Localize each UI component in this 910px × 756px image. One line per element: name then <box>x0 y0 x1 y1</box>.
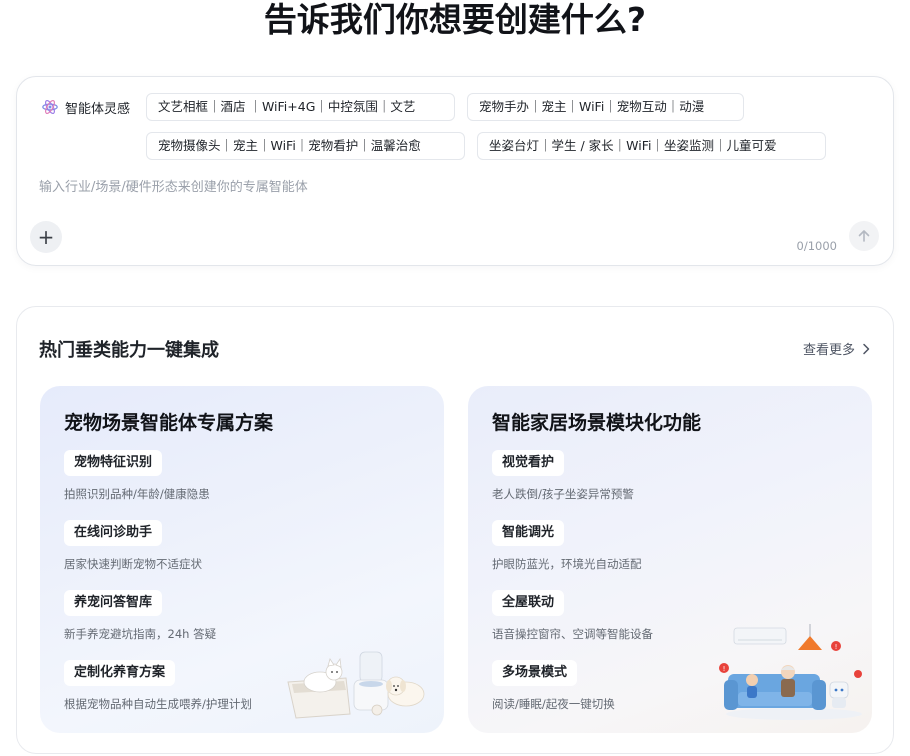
feature-tag[interactable]: 视觉看护 <box>492 450 565 476</box>
feature-item: 宠物特征识别 拍照识别品种/年龄/健康隐患 <box>64 450 210 502</box>
feature-tag[interactable]: 智能调光 <box>492 520 565 546</box>
feature-tag[interactable]: 养宠问答智库 <box>64 590 163 616</box>
inspiration-label-text: 智能体灵感 <box>65 101 131 117</box>
see-more-link[interactable]: 查看更多 <box>803 339 871 358</box>
inspiration-chip[interactable]: 坐姿台灯｜学生 / 家长｜WiFi｜坐姿监测｜儿童可爱 <box>477 132 826 160</box>
feature-item: 多场景模式 阅读/睡眠/起夜一键切换 <box>492 660 615 712</box>
pet-solution-card[interactable]: 宠物场景智能体专属方案 宠物特征识别 拍照识别品种/年龄/健康隐患 在线问诊助手… <box>40 386 444 733</box>
feature-tag[interactable]: 全屋联动 <box>492 590 565 616</box>
inspiration-chip[interactable]: 文艺相框｜酒店 ｜WiFi+4G｜中控氛围｜文艺 <box>146 93 455 121</box>
feature-tag[interactable]: 多场景模式 <box>492 660 578 686</box>
section-title: 热门垂类能力一键集成 <box>39 340 219 361</box>
inspiration-label: 智能体灵感 <box>41 97 130 117</box>
smart-home-card[interactable]: 智能家居场景模块化功能 视觉看护 老人跌倒/孩子坐姿异常预警 智能调光 护眼防蓝… <box>468 386 872 733</box>
arrow-up-icon <box>858 230 870 242</box>
inspiration-chip[interactable]: 宠物手办｜宠主｜WiFi｜宠物互动｜动漫 <box>467 93 744 121</box>
feature-tag[interactable]: 在线问诊助手 <box>64 520 163 546</box>
prompt-box: 智能体灵感 文艺相框｜酒店 ｜WiFi+4G｜中控氛围｜文艺 宠物手办｜宠主｜W… <box>16 76 894 266</box>
prompt-input[interactable] <box>39 175 859 199</box>
add-button[interactable]: + <box>30 221 62 253</box>
feature-desc: 护眼防蓝光，环境光自动适配 <box>492 557 642 571</box>
atom-icon <box>42 100 58 114</box>
card-title: 宠物场景智能体专属方案 <box>64 412 274 434</box>
card-title: 智能家居场景模块化功能 <box>492 412 702 434</box>
feature-desc: 拍照识别品种/年龄/健康隐患 <box>64 487 210 501</box>
svg-text:!: ! <box>835 643 838 651</box>
page-title: 告诉我们你想要创建什么? <box>263 0 647 39</box>
feature-desc: 阅读/睡眠/起夜一键切换 <box>492 697 615 711</box>
feature-item: 养宠问答智库 新手养宠避坑指南，24h 答疑 <box>64 590 216 642</box>
feature-desc: 新手养宠避坑指南，24h 答疑 <box>64 627 217 641</box>
feature-item: 在线问诊助手 居家快速判断宠物不适症状 <box>64 520 202 572</box>
feature-item: 视觉看护 老人跌倒/孩子坐姿异常预警 <box>492 450 634 502</box>
svg-text:!: ! <box>723 665 726 673</box>
inspiration-chip[interactable]: 宠物摄像头｜宠主｜WiFi｜宠物看护｜温馨治愈 <box>146 132 465 160</box>
feature-tag[interactable]: 宠物特征识别 <box>64 450 163 476</box>
feature-desc: 居家快速判断宠物不适症状 <box>64 557 202 571</box>
see-more-label: 查看更多 <box>802 343 855 358</box>
feature-item: 全屋联动 语音操控窗帘、空调等智能设备 <box>492 590 653 642</box>
plus-icon: + <box>37 225 55 249</box>
living-room-illustration: ! ! <box>719 624 862 720</box>
feature-desc: 老人跌倒/孩子坐姿异常预警 <box>492 487 634 501</box>
feature-item: 定制化养育方案 根据宠物品种自动生成喂养/护理计划 <box>64 660 252 712</box>
feature-desc: 根据宠物品种自动生成喂养/护理计划 <box>64 697 252 711</box>
feature-desc: 语音操控窗帘、空调等智能设备 <box>492 627 653 641</box>
feature-tag[interactable]: 定制化养育方案 <box>64 660 176 686</box>
pet-illustration <box>287 651 425 719</box>
char-count: 0/1000 <box>796 239 837 253</box>
feature-item: 智能调光 护眼防蓝光，环境光自动适配 <box>492 520 642 572</box>
chevron-right-icon <box>863 343 870 354</box>
capability-section: 热门垂类能力一键集成 查看更多 宠物场景智能体专属方案 宠物特征识别 拍照识别品… <box>16 306 894 754</box>
send-button[interactable] <box>849 221 879 251</box>
